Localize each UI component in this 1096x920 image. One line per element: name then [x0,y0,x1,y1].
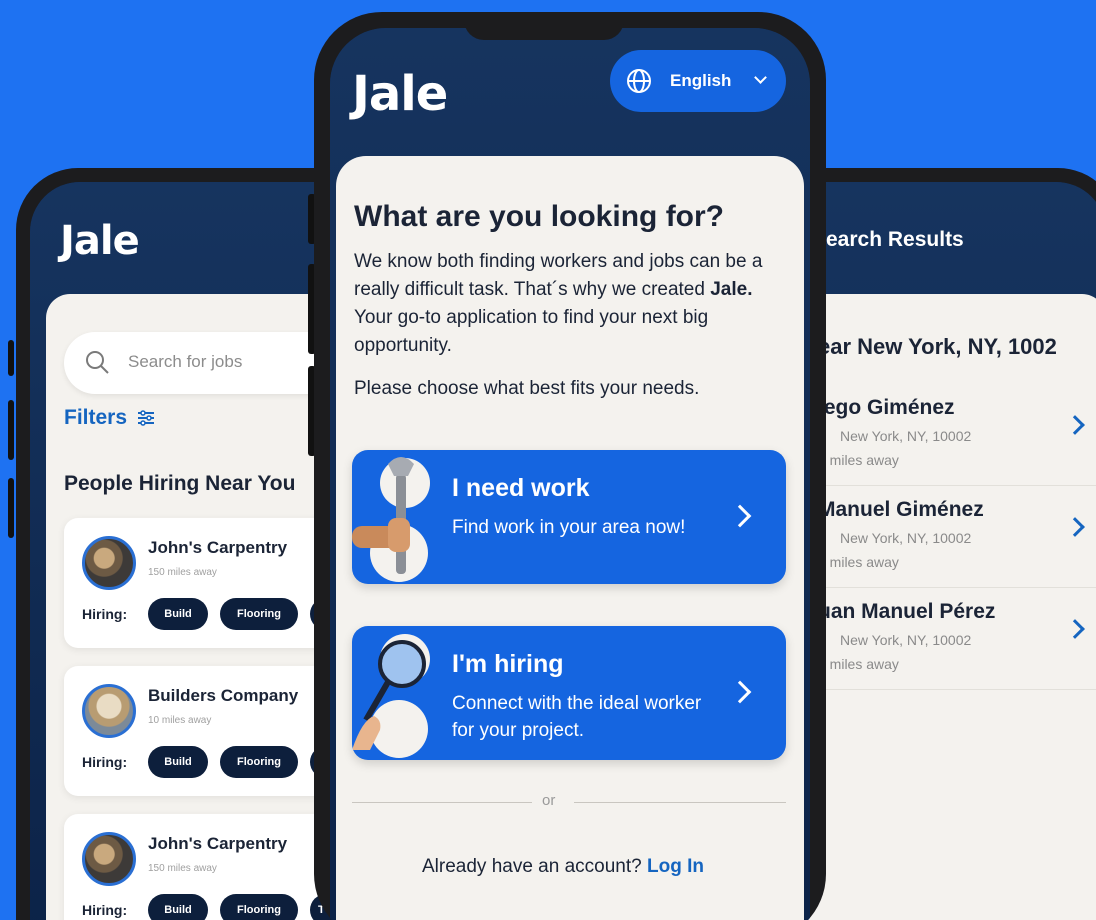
option-title: I need work [452,474,590,502]
app-logo: Jale [60,218,140,264]
hiring-button[interactable]: I'm hiring Connect with the ideal worker… [352,626,786,760]
company-distance: 150 miles away [148,567,217,578]
side-button [8,340,14,376]
side-button [8,400,14,460]
left-screen: Jale Search for jobs Filters People Hiri… [30,182,332,920]
language-selector[interactable]: English [610,50,786,112]
worker-name: iego Giménez [818,396,955,419]
chevron-right-icon [728,680,752,704]
login-prompt: Already have an account? Log In [422,856,704,878]
phone-notch [464,12,624,40]
option-subtitle: Connect with the ideal worker for your p… [452,693,702,741]
worker-distance: 0 miles away [818,452,899,468]
list-item[interactable]: John's Carpentry 150 miles away Hiring: … [64,814,332,920]
language-label: English [670,71,732,90]
hiring-label: Hiring: [82,606,128,622]
worker-distance: 5 miles away [818,656,899,672]
chevron-right-icon[interactable] [1065,415,1085,435]
worker-location: New York, NY, 10002 [840,428,972,444]
avatar [82,832,136,886]
company-name: John's Carpentry [148,834,288,853]
page-title: Search Results [812,228,964,251]
worker-location: New York, NY, 10002 [840,632,972,648]
search-input[interactable]: Search for jobs [64,332,332,394]
globe-icon [627,69,651,93]
list-item[interactable]: uan Manuel Pérez New York, NY, 10002 5 m… [818,588,1096,690]
company-distance: 10 miles away [148,715,212,726]
right-screen: Search Results ear New York, NY, 1002 ie… [790,182,1096,920]
tag-chip[interactable]: Build [148,746,208,778]
worker-location: New York, NY, 10002 [840,530,972,546]
app-logo: Jale [352,66,448,122]
right-sheet: ear New York, NY, 1002 iego Giménez New … [790,294,1096,920]
company-name: Builders Company [148,686,299,705]
divider [352,802,532,803]
page-title: What are you looking for? [354,200,725,233]
tag-chip[interactable]: Flooring [220,598,298,630]
search-icon [86,351,109,374]
divider [574,802,786,803]
center-sheet: What are you looking for? We know both f… [336,156,804,920]
sliders-icon [137,410,154,427]
avatar [82,536,136,590]
list-item[interactable]: Builders Company 10 miles away Hiring: B… [64,666,332,796]
chevron-down-icon [754,71,767,84]
hiring-label: Hiring: [82,902,128,918]
wrench-icon [352,457,414,574]
tag-chip[interactable]: Flooring [220,894,298,920]
brand-name: Jale. [710,279,753,300]
side-button [8,478,14,538]
chevron-right-icon [728,504,752,528]
worker-name: uan Manuel Pérez [818,600,996,623]
magnifier-icon [352,640,426,750]
filters-label: Filters [64,406,128,429]
intro-text-start: We know both finding workers and jobs ca… [354,251,763,300]
phone-center: Jale English What are you looking for? W… [314,12,826,920]
worker-distance: 2 miles away [818,554,899,570]
left-sheet: Search for jobs Filters People Hiring Ne… [46,294,332,920]
list-item[interactable]: iego Giménez New York, NY, 10002 0 miles… [818,384,1096,486]
center-screen: Jale English What are you looking for? W… [330,28,810,920]
location-heading: ear New York, NY, 1002 [818,334,1057,359]
phone-left: Jale Search for jobs Filters People Hiri… [16,168,346,920]
list-item[interactable]: John's Carpentry 150 miles away Hiring: … [64,518,332,648]
choose-prompt: Please choose what best fits your needs. [354,378,700,399]
need-work-button[interactable]: I need work Find work in your area now! [352,450,786,584]
search-placeholder: Search for jobs [128,352,243,371]
tag-chip[interactable]: Build [148,894,208,920]
worker-name: Manuel Giménez [818,498,984,521]
filters-button[interactable]: Filters [64,406,155,430]
or-label: or [542,792,556,809]
intro-text-end: Your go-to application to find your next… [354,307,709,356]
avatar [82,684,136,738]
account-prompt: Already have an account? [422,856,642,877]
company-name: John's Carpentry [148,538,288,557]
chevron-right-icon[interactable] [1065,619,1085,639]
phone-right: Search Results ear New York, NY, 1002 ie… [790,168,1096,920]
tag-chip[interactable]: Flooring [220,746,298,778]
intro-text: We know both finding workers and jobs ca… [354,248,794,360]
login-link[interactable]: Log In [647,856,704,877]
option-title: I'm hiring [452,650,564,678]
list-item[interactable]: Manuel Giménez New York, NY, 10002 2 mil… [818,486,1096,588]
hiring-label: Hiring: [82,754,128,770]
section-title: People Hiring Near You [64,472,296,495]
option-subtitle: Find work in your area now! [452,517,686,538]
company-distance: 150 miles away [148,863,217,874]
chevron-right-icon[interactable] [1065,517,1085,537]
tag-chip[interactable]: Build [148,598,208,630]
